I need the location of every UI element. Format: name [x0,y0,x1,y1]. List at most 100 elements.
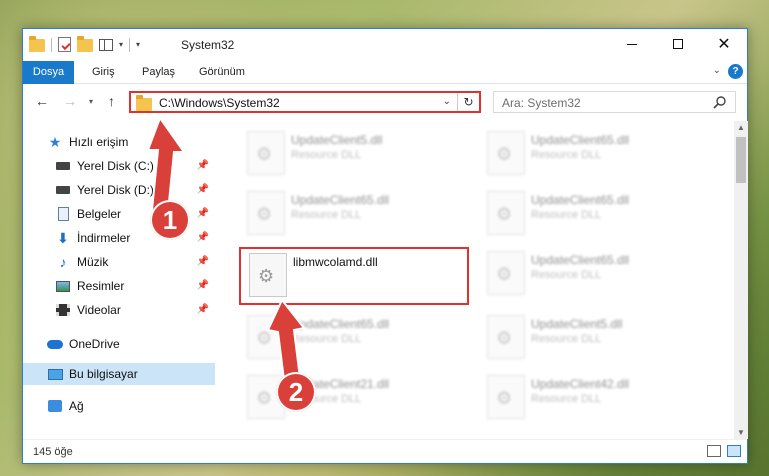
music-icon: ♪ [59,254,67,270]
star-icon: ★ [48,133,62,150]
properties-icon[interactable] [58,37,71,52]
dll-file-icon [247,191,285,235]
search-input[interactable]: Ara: System32 [502,96,581,110]
dll-file-icon [487,375,525,419]
file-name: libmwcolamd.dll [293,255,378,269]
onedrive-icon [47,336,63,352]
target-dll-file[interactable]: libmwcolamd.dll [239,247,469,305]
minimize-button[interactable] [609,29,655,59]
sidebar-item-label: Hızlı erişim [69,135,129,149]
search-icon[interactable] [713,95,727,109]
maximize-button[interactable] [655,29,701,59]
scroll-up-icon[interactable]: ▲ [737,123,745,132]
search-box[interactable]: Ara: System32 [493,91,736,113]
file-item[interactable]: UpdateClient21.dll Resource DLL [239,371,461,423]
file-name: UpdateClient65.dll [291,193,390,207]
file-item[interactable]: UpdateClient42.dll Resource DLL [479,371,701,423]
file-name: UpdateClient42.dll [531,377,630,391]
sidebar-item-label: Bu bilgisayar [69,367,138,381]
vertical-scrollbar[interactable]: ▲ ▼ [734,121,748,439]
close-button[interactable]: ✕ [701,29,747,59]
file-item[interactable]: UpdateClient65.dll Resource DLL [239,187,461,239]
tab-share[interactable]: Paylaş [142,61,175,84]
details-view-icon[interactable] [707,445,721,457]
sidebar-item-label: Ağ [69,399,84,413]
up-button[interactable]: ↑ [108,93,115,109]
file-item[interactable]: UpdateClient65.dll Resource DLL [479,127,701,179]
pin-icon: 📌 [196,280,209,291]
videos-icon [55,302,71,318]
network-icon [47,398,63,414]
sidebar-item-network[interactable]: Ağ [23,395,215,417]
sidebar-item-label: Yerel Disk (C:) [77,159,154,173]
file-explorer-window: ▾ ▾ System32 ✕ Dosya Giriş Paylaş Görünü… [22,28,748,464]
pin-icon: 📌 [196,232,209,243]
address-path[interactable]: C:\Windows\System32 [159,96,280,110]
file-type: Resource DLL [531,269,602,281]
new-folder-icon[interactable] [77,36,93,52]
tab-file[interactable]: Dosya [23,61,74,84]
large-icons-view-icon[interactable] [727,445,741,457]
customize-toolbar-icon[interactable]: ▾ [136,40,140,49]
pin-icon: 📌 [196,160,209,171]
file-item[interactable]: UpdateClient65.dll Resource DLL [239,311,461,363]
dll-file-icon [487,315,525,359]
chevron-down-icon[interactable]: ⌄ [443,96,451,107]
file-name: UpdateClient65.dll [531,193,630,207]
expand-ribbon-icon[interactable]: ⌄ [713,65,721,76]
forward-button[interactable]: → [63,93,77,109]
tab-home[interactable]: Giriş [92,61,115,84]
sidebar-item-this-pc[interactable]: Bu bilgisayar [23,363,215,385]
refresh-button[interactable]: ↻ [457,93,479,111]
quick-access-toolbar: ▾ ▾ [29,36,140,52]
window-title: System32 [181,38,235,52]
drive-icon [55,182,71,198]
sidebar-item-label: Resimler [77,279,125,293]
dll-file-icon [247,131,285,175]
tab-view[interactable]: Görünüm [199,61,245,84]
sidebar-item-local-disk-c[interactable]: Yerel Disk (C:) 📌 [23,155,215,177]
file-item[interactable]: UpdateClient65.dll Resource DLL [479,247,701,299]
ribbon-tabs: Dosya Giriş Paylaş Görünüm ⌄ ? [23,61,747,84]
file-item[interactable]: UpdateClient65.dll Resource DLL [479,187,701,239]
help-icon[interactable]: ? [728,64,743,79]
sidebar-item-label: Belgeler [77,207,122,221]
folder-icon [136,95,152,111]
title-bar: ▾ ▾ System32 ✕ [23,29,747,61]
step-1-badge: 1 [150,200,190,240]
file-name: UpdateClient65.dll [531,253,630,267]
dll-file-icon [249,253,287,297]
divider [51,37,52,52]
file-item[interactable]: UpdateClient5.dll Resource DLL [479,311,701,363]
minimize-icon [627,43,637,45]
sidebar-item-local-disk-d[interactable]: Yerel Disk (D:) 📌 [23,179,215,201]
view-icon[interactable] [99,38,113,51]
sidebar-item-videos[interactable]: Videolar 📌 [23,299,215,321]
address-bar[interactable]: C:\Windows\System32 ⌄ ↻ [129,91,481,113]
scroll-down-icon[interactable]: ▼ [737,428,745,437]
file-type: Resource DLL [291,149,362,161]
sidebar-item-pictures[interactable]: Resimler 📌 [23,275,215,297]
pin-icon: 📌 [196,208,209,219]
sidebar-item-music[interactable]: ♪ Müzik 📌 [23,251,215,273]
sidebar-item-quick-access[interactable]: ★ Hızlı erişim [23,131,215,153]
scrollbar-thumb[interactable] [736,137,746,183]
navigation-bar: ← → ▾ ↑ C:\Windows\System32 ⌄ ↻ Ara: Sys… [23,85,747,119]
chevron-down-icon[interactable]: ▾ [119,40,123,49]
sidebar-item-label: Videolar [77,303,121,317]
dll-file-icon [487,191,525,235]
dll-file-icon [487,251,525,295]
back-button[interactable]: ← [35,93,49,109]
sidebar-item-onedrive[interactable]: OneDrive [23,333,215,355]
file-name: UpdateClient65.dll [531,133,630,147]
file-item[interactable]: UpdateClient5.dll Resource DLL [239,127,461,179]
pin-icon: 📌 [196,184,209,195]
folder-icon [29,36,45,52]
close-icon: ✕ [717,36,731,53]
file-name: UpdateClient65.dll [291,317,390,331]
documents-icon [55,206,71,222]
sidebar-item-label: OneDrive [69,337,120,351]
sidebar-item-label: İndirmeler [77,231,131,245]
pictures-icon [55,278,71,294]
recent-locations-icon[interactable]: ▾ [89,97,93,106]
